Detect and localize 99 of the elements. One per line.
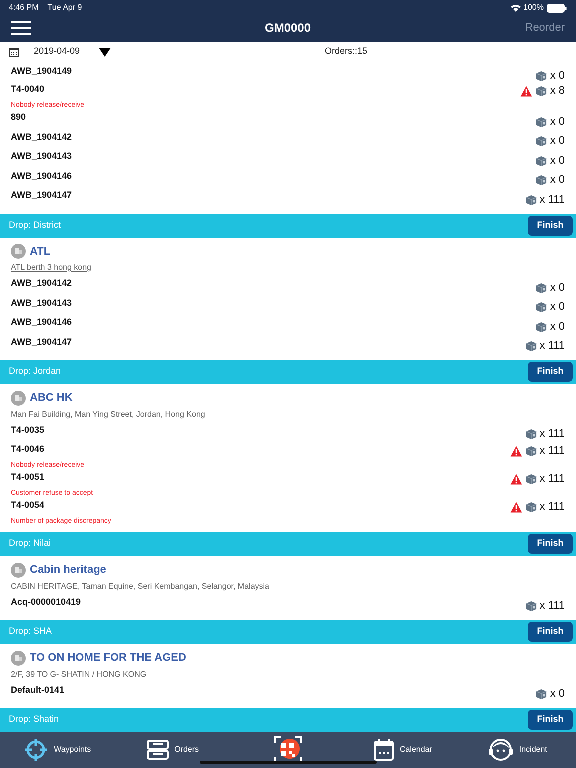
package-icon	[535, 301, 548, 314]
package-icon	[535, 320, 548, 334]
order-id: AWB_1904143	[11, 150, 74, 163]
package-count: x 0	[550, 134, 565, 150]
package-count: x 0	[550, 320, 565, 335]
package-icon	[535, 282, 548, 294]
drop-label: Drop: SHA	[9, 625, 52, 638]
package-icon	[524, 500, 538, 514]
package-count: x 111	[540, 427, 565, 442]
tab-item[interactable]: Incident	[460, 732, 576, 768]
order-id: AWB_1904142	[11, 277, 74, 290]
warning-icon	[510, 444, 523, 458]
date-value: 2019-04-09	[34, 45, 80, 58]
order-id: T4-0054	[11, 499, 46, 512]
order-id: 890	[11, 111, 28, 124]
building-icon	[11, 650, 26, 666]
package-count: x 0	[550, 280, 565, 296]
calendar-icon	[9, 47, 19, 57]
package-count: x 0	[550, 300, 565, 316]
package-icon	[524, 428, 538, 441]
finish-button[interactable]: Finish	[528, 362, 573, 382]
package-icon	[524, 600, 538, 613]
drop-label: Drop: Jordan	[9, 365, 62, 378]
date-picker[interactable]: 2019-04-09	[34, 45, 112, 59]
order-id: AWB_1904146	[11, 316, 74, 329]
status-date: Tue Apr 9	[48, 2, 82, 14]
order-id: AWB_1904147	[11, 336, 74, 348]
drop-label: Drop: Shatin	[9, 713, 60, 726]
drop-label: Drop: District	[9, 218, 62, 232]
package-icon	[535, 70, 548, 82]
package-icon	[524, 444, 538, 458]
package-icon	[535, 135, 548, 148]
order-id: AWB_1904149	[11, 65, 74, 78]
order-id: T4-0051	[11, 471, 46, 484]
drop-label: Drop: Nilai	[9, 537, 52, 550]
order-id: AWB_1904143	[11, 296, 74, 310]
stop-address: CABIN HERITAGE, Taman Equine, Seri Kembangan, Selangor, Malaysia	[11, 580, 270, 592]
order-id: Default-0141	[11, 684, 66, 696]
package-icon	[524, 340, 538, 353]
warning-icon	[510, 500, 523, 514]
warning-icon	[520, 84, 534, 98]
order-id: Acq-0000010419	[11, 596, 82, 609]
package-count: x 8	[550, 84, 565, 99]
tab-item[interactable]: Orders	[115, 732, 230, 768]
package-count: x 111	[540, 444, 565, 459]
package-icon	[524, 194, 538, 206]
wifi-icon	[510, 4, 521, 12]
package-count: x 0	[550, 154, 565, 169]
calendar-icon	[374, 739, 394, 761]
status-time: 4:46 PM	[9, 2, 39, 14]
package-count: x 111	[540, 500, 565, 515]
stop-name[interactable]: ATL	[30, 244, 51, 260]
order-id: T4-0046	[11, 443, 46, 456]
building-icon	[11, 390, 26, 406]
package-icon	[535, 154, 548, 168]
menu-icon	[11, 21, 31, 35]
order-id: T4-0040	[11, 83, 46, 96]
reorder-button[interactable]: Reorder	[525, 20, 565, 36]
battery-percent: 100%	[524, 2, 544, 14]
package-count: x 0	[550, 114, 565, 130]
package-count: x 111	[540, 472, 565, 487]
headset-icon	[489, 739, 514, 761]
dropdown-icon	[99, 48, 112, 56]
package-count: x 0	[550, 687, 565, 702]
menu-button[interactable]	[11, 21, 31, 35]
tray-icon	[146, 740, 169, 760]
finish-button[interactable]: Finish	[528, 622, 573, 642]
package-count: x 111	[540, 339, 565, 354]
tab-item[interactable]: Waypoints	[0, 732, 116, 768]
stop-name[interactable]: ABC HK	[30, 390, 73, 406]
stop-address: Man Fai Building, Man Ying Street, Jordan, Hong Kong	[11, 408, 206, 420]
finish-button[interactable]: Finish	[528, 534, 573, 554]
package-count: x 111	[540, 192, 565, 208]
building-icon	[11, 244, 26, 260]
order-id: AWB_1904142	[11, 130, 74, 144]
tab-item[interactable]: Calendar	[346, 732, 461, 768]
package-icon	[535, 688, 548, 701]
crosshair-icon	[24, 738, 48, 762]
package-icon	[535, 174, 548, 187]
stop-name[interactable]: TO ON HOME FOR THE AGED	[30, 650, 186, 666]
orders-count: Orders::15	[325, 45, 368, 58]
stop-address: 2/F, 39 TO G- SHATIN / HONG KONG	[11, 668, 148, 680]
order-id: T4-0035	[11, 424, 46, 436]
package-count: x 0	[550, 68, 565, 84]
package-count: x 0	[550, 173, 565, 188]
warning-icon	[510, 472, 523, 486]
stop-address: ATL berth 3 hong kong	[11, 262, 92, 274]
battery-icon	[547, 4, 567, 12]
package-icon	[535, 84, 548, 98]
package-count: x 111	[540, 599, 565, 614]
order-id: AWB_1904146	[11, 170, 74, 182]
package-icon	[524, 472, 538, 486]
building-icon	[11, 562, 26, 578]
stop-name[interactable]: Cabin heritage	[30, 562, 106, 578]
order-id: AWB_1904147	[11, 189, 74, 202]
package-icon	[535, 116, 548, 128]
finish-button[interactable]: Finish	[528, 710, 573, 730]
finish-button[interactable]: Finish	[528, 216, 573, 236]
page-title: GM0000	[264, 20, 312, 37]
